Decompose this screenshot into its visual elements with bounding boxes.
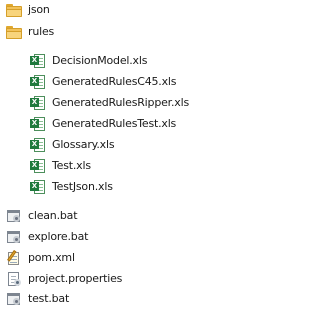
tree-item-generatedrulesripper-xls[interactable]: X GeneratedRulesRipper.xls <box>30 93 189 113</box>
tree-item-label: Glossary.xls <box>52 138 115 151</box>
tree-item-clean-bat[interactable]: clean.bat <box>6 206 78 226</box>
batch-file-icon <box>6 229 22 245</box>
excel-file-icon: X <box>30 53 46 69</box>
folder-icon <box>6 25 22 39</box>
tree-item-label: GeneratedRulesTest.xls <box>52 117 177 130</box>
xml-file-icon <box>6 250 22 266</box>
tree-item-label: test.bat <box>28 292 70 305</box>
tree-item-label: clean.bat <box>28 209 78 222</box>
batch-file-icon <box>6 291 22 307</box>
tree-item-label: GeneratedRulesC45.xls <box>52 75 177 88</box>
tree-item-decisionmodel-xls[interactable]: X DecisionModel.xls <box>30 51 147 71</box>
tree-item-label: explore.bat <box>28 230 89 243</box>
excel-file-icon: X <box>30 137 46 153</box>
excel-file-icon: X <box>30 74 46 90</box>
tree-item-label: rules <box>28 25 55 38</box>
tree-item-label: project.properties <box>28 272 123 285</box>
tree-item-test-bat[interactable]: test.bat <box>6 289 69 309</box>
excel-file-icon: X <box>30 179 46 195</box>
excel-file-icon: X <box>30 95 46 111</box>
tree-item-glossary-xls[interactable]: X Glossary.xls <box>30 135 115 155</box>
tree-item-json-folder[interactable]: json <box>6 0 50 20</box>
batch-file-icon <box>6 208 22 224</box>
properties-file-icon <box>6 271 22 287</box>
excel-file-icon: X <box>30 158 46 174</box>
file-tree: json rules X DecisionModel.xls X Generat… <box>0 0 202 308</box>
tree-item-project-properties[interactable]: project.properties <box>6 269 122 289</box>
tree-item-test-xls[interactable]: X Test.xls <box>30 156 91 176</box>
tree-item-generatedrulestest-xls[interactable]: X GeneratedRulesTest.xls <box>30 114 176 134</box>
tree-item-pom-xml[interactable]: pom.xml <box>6 248 75 268</box>
tree-item-generatedrulesc45-xls[interactable]: X GeneratedRulesC45.xls <box>30 72 177 92</box>
tree-item-label: TestJson.xls <box>52 180 113 193</box>
tree-item-label: json <box>28 3 50 16</box>
tree-item-rules-folder[interactable]: rules <box>6 22 54 42</box>
tree-item-label: DecisionModel.xls <box>52 54 148 67</box>
tree-item-label: pom.xml <box>28 251 75 264</box>
tree-item-explore-bat[interactable]: explore.bat <box>6 227 88 247</box>
excel-file-icon: X <box>30 116 46 132</box>
tree-item-label: Test.xls <box>52 159 91 172</box>
tree-item-testjson-xls[interactable]: X TestJson.xls <box>30 177 113 197</box>
tree-item-label: GeneratedRulesRipper.xls <box>52 96 189 109</box>
folder-icon <box>6 3 22 17</box>
